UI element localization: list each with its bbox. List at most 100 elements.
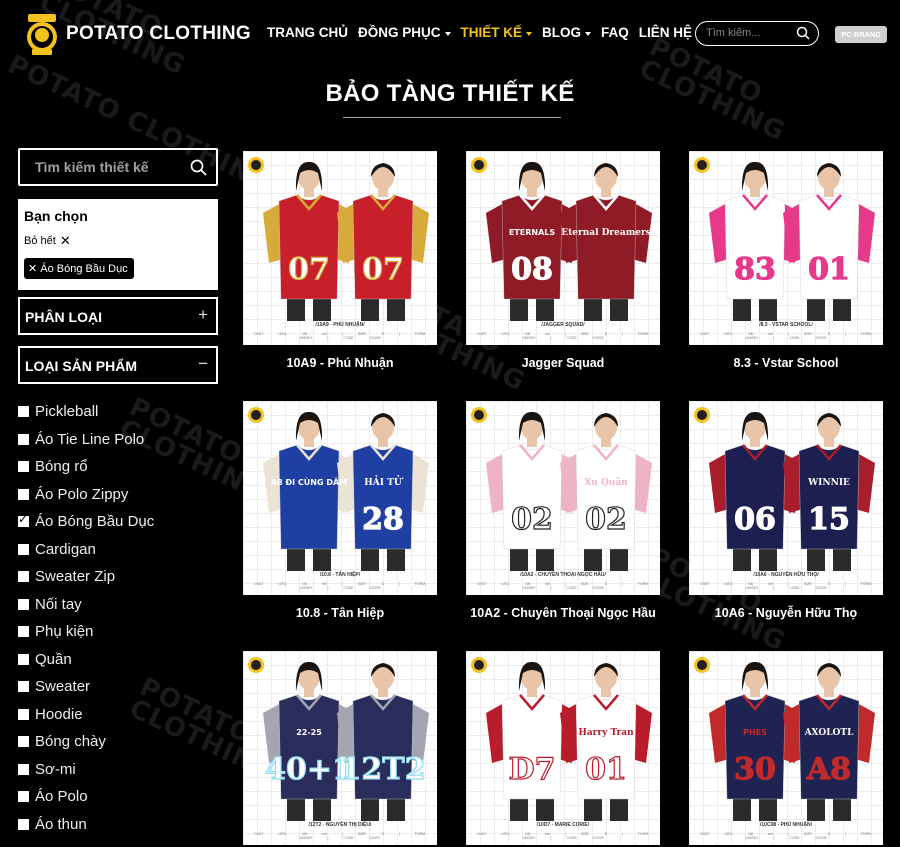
category-checkbox[interactable]	[18, 488, 29, 500]
category-checkbox[interactable]	[18, 653, 29, 665]
product-image[interactable]: D7 Harry Tran 01/10D7 - MARIE CURIE/CHẤT L…	[466, 651, 660, 845]
product-card[interactable]: 07 07/10A9 - PHÚ NHUẬN/CHẤT LIỆU: Vải mè …	[243, 151, 437, 370]
classification-label: PHÂN LOẠI	[25, 309, 102, 325]
category-item[interactable]: Áo Tie Line Polo	[18, 426, 154, 454]
category-item[interactable]: Pickleball	[18, 398, 154, 426]
clear-all-label: Bỏ hết	[24, 235, 56, 247]
category-item[interactable]: Quần	[18, 646, 154, 674]
product-image[interactable]: ETERNALS 08 Eternal Dreamers/JAGGER SQUAD/…	[466, 151, 660, 345]
category-item[interactable]: Áo Polo Zippy	[18, 481, 154, 509]
product-image[interactable]: 07 07/10A9 - PHÚ NHUẬN/CHẤT LIỆU: Vải mè …	[243, 151, 437, 345]
category-checkbox[interactable]	[18, 626, 29, 638]
category-checkbox[interactable]	[18, 818, 29, 830]
product-card[interactable]: 22-25 40+1 12T2/12T2 - NGUYỄN THỊ DIỆU/CHẤ…	[243, 651, 437, 847]
category-item[interactable]: Áo Polo	[18, 783, 154, 811]
nav-item[interactable]: TRANG CHỦ	[267, 25, 348, 40]
category-item[interactable]: Nối tay	[18, 591, 154, 619]
category-checkbox[interactable]	[18, 763, 29, 775]
clear-all-button[interactable]: Bỏ hết ✕	[24, 233, 212, 249]
category-checkbox[interactable]	[18, 461, 29, 473]
product-image[interactable]: 06 WINNIE 15/10A6 - NGUYỄN HỮU THỌ/CHẤT LI…	[689, 401, 883, 595]
category-checkbox[interactable]	[18, 598, 29, 610]
category-item[interactable]: Bóng rổ	[18, 453, 154, 481]
close-icon[interactable]: ✕	[28, 263, 37, 275]
search-icon[interactable]	[796, 26, 810, 40]
category-label: Sweater	[35, 678, 91, 696]
category-checkbox[interactable]	[18, 736, 29, 748]
product-card[interactable]: ETERNALS 08 Eternal Dreamers/JAGGER SQUAD/…	[466, 151, 660, 370]
category-checkbox[interactable]	[18, 406, 29, 418]
category-item[interactable]: Sơ-mi	[18, 756, 154, 784]
product-image[interactable]: A8 ĐI CÙNG DÂM HẢI TỬ 28/10.8 - TÂN HIỆP/C…	[243, 401, 437, 595]
product-title[interactable]: 10A9 - Phú Nhuận	[243, 356, 437, 370]
product-type-toggle[interactable]: LOẠI SẢN PHẨM −	[18, 346, 218, 384]
product-image-caption: /JAGGER SQUAD/	[541, 322, 585, 328]
category-checkbox[interactable]	[18, 512, 29, 528]
svg-text:A8: A8	[806, 752, 851, 787]
product-card[interactable]: PHES 30 AXOLOTL A8/10C08 - PHÚ NHUẬN/CHẤT L…	[689, 651, 883, 847]
filter-chip[interactable]: ✕ Áo Bóng Bầu Dục	[24, 258, 134, 279]
category-checkbox[interactable]	[18, 791, 29, 803]
product-image-meta: CHẤT LIỆU: Vải mè | SIZE: S | FORM: UNIS…	[699, 582, 873, 590]
pc-brand-button[interactable]: PC BRAND	[835, 26, 887, 43]
product-title[interactable]: 10.8 - Tân Hiệp	[243, 606, 437, 620]
product-image[interactable]: 83 01/8.3 - VSTAR SCHOOL/CHẤT LIỆU: Vải m…	[689, 151, 883, 345]
product-title[interactable]: 10A2 - Chuyên Thoại Ngọc Hầu	[466, 606, 660, 620]
nav-item[interactable]: BLOG	[542, 25, 592, 40]
product-image-caption: /10A9 - PHÚ NHUẬN/	[315, 322, 365, 328]
product-card[interactable]: 06 WINNIE 15/10A6 - NGUYỄN HỮU THỌ/CHẤT LI…	[689, 401, 883, 620]
category-item[interactable]: Phụ kiện	[18, 618, 154, 646]
potato-logo-icon	[694, 407, 710, 423]
brand-name[interactable]: POTATO CLOTHING	[66, 23, 251, 45]
product-image[interactable]: 22-25 40+1 12T2/12T2 - NGUYỄN THỊ DIỆU/CHẤ…	[243, 651, 437, 845]
search-icon[interactable]	[190, 159, 207, 176]
category-item[interactable]: Sweater	[18, 673, 154, 701]
product-image-caption: /12T2 - NGUYỄN THỊ DIỆU/	[308, 822, 372, 828]
product-card[interactable]: 02 Xu Quân 02/10A2 - CHUYÊN THOẠI NGỌC HẦU…	[466, 401, 660, 620]
category-item[interactable]: Áo Bóng Bầu Dục	[18, 508, 154, 536]
category-checkbox[interactable]	[18, 543, 29, 555]
category-checkbox[interactable]	[18, 681, 29, 693]
header-search-placeholder: Tìm kiếm...	[706, 27, 761, 39]
svg-text:WINNIE: WINNIE	[807, 478, 850, 488]
svg-text:A8 ĐI CÙNG DÂM: A8 ĐI CÙNG DÂM	[271, 476, 347, 487]
product-card[interactable]: A8 ĐI CÙNG DÂM HẢI TỬ 28/10.8 - TÂN HIỆP/C…	[243, 401, 437, 620]
header-search-input[interactable]: Tìm kiếm...	[695, 21, 819, 46]
product-title[interactable]: Jagger Squad	[466, 356, 660, 370]
selected-filters-title: Bạn chọn	[24, 208, 88, 224]
product-card[interactable]: 83 01/8.3 - VSTAR SCHOOL/CHẤT LIỆU: Vải m…	[689, 151, 883, 370]
design-search-input[interactable]: Tìm kiếm thiết kế	[18, 148, 218, 186]
potato-logo-icon	[694, 157, 710, 173]
chevron-down-icon	[585, 31, 592, 36]
category-item[interactable]: Áo thun	[18, 811, 154, 839]
nav-item-label: THIẾT KẾ	[460, 25, 523, 40]
potato-logo-icon	[248, 407, 264, 423]
category-checkbox[interactable]	[18, 571, 29, 583]
jersey-illustration: ETERNALS 08 Eternal Dreamers	[471, 157, 652, 321]
close-icon: ✕	[59, 233, 71, 248]
category-checkbox[interactable]	[18, 433, 29, 445]
svg-text:AXOLOTL: AXOLOTL	[804, 728, 855, 738]
product-title[interactable]: 10A6 - Nguyễn Hữu Thọ	[689, 606, 883, 620]
nav-item[interactable]: LIÊN HỆ	[639, 25, 692, 40]
product-title[interactable]: 8.3 - Vstar School	[689, 356, 883, 370]
svg-text:07: 07	[362, 252, 404, 287]
potato-logo-icon[interactable]	[22, 10, 62, 60]
design-search-placeholder: Tìm kiếm thiết kế	[35, 159, 149, 175]
product-image[interactable]: 02 Xu Quân 02/10A2 - CHUYÊN THOẠI NGỌC HẦU…	[466, 401, 660, 595]
svg-text:01: 01	[585, 752, 627, 787]
category-item[interactable]: Hoodie	[18, 701, 154, 729]
nav-item[interactable]: ĐỒNG PHỤC	[358, 25, 451, 40]
product-card[interactable]: D7 Harry Tran 01/10D7 - MARIE CURIE/CHẤT L…	[466, 651, 660, 847]
jersey-illustration: 07 07	[248, 157, 429, 321]
category-item[interactable]: Cardigan	[18, 536, 154, 564]
category-label: Áo Bóng Bầu Dục	[35, 513, 155, 531]
category-checkbox[interactable]	[18, 708, 29, 720]
classification-toggle[interactable]: PHÂN LOẠI +	[18, 297, 218, 335]
nav-item[interactable]: FAQ	[601, 25, 629, 40]
category-item[interactable]: Sweater Zip	[18, 563, 154, 591]
nav-item[interactable]: THIẾT KẾ	[461, 25, 533, 40]
category-label: Sơ-mi	[35, 760, 76, 778]
product-image[interactable]: PHES 30 AXOLOTL A8/10C08 - PHÚ NHUẬN/CHẤT L…	[689, 651, 883, 845]
category-item[interactable]: Bóng chày	[18, 728, 154, 756]
